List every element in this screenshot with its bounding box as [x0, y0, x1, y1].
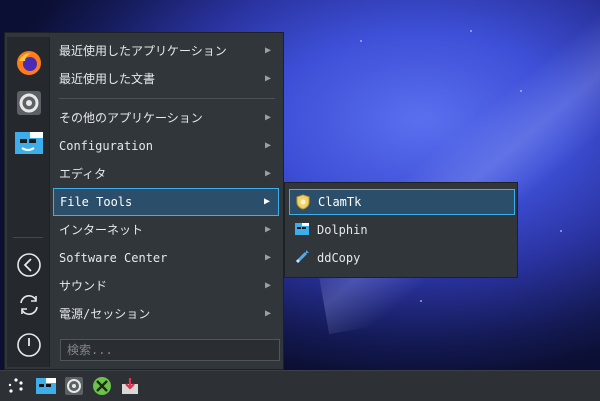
application-menu: 最近使用したアプリケーション ▶ 最近使用した文書 ▶ その他のアプリケーション… — [4, 32, 284, 370]
wallpaper-star — [560, 230, 562, 232]
menu-item-internet[interactable]: インターネット ▶ — [53, 216, 279, 244]
wallpaper-star — [420, 300, 422, 302]
menu-item-label: その他のアプリケーション — [59, 111, 203, 125]
menu-item-label: Configuration — [59, 139, 153, 153]
menu-item-file-tools[interactable]: File Tools ▶ — [53, 188, 279, 216]
wallpaper-streak — [277, 0, 600, 335]
submenu-item-ddcopy[interactable]: ddCopy — [289, 245, 515, 271]
menu-item-recent-docs[interactable]: 最近使用した文書 ▶ — [53, 65, 279, 93]
file-manager-icon[interactable] — [13, 127, 45, 159]
clamtk-shield-icon — [296, 194, 310, 210]
menu-item-editors[interactable]: エディタ ▶ — [53, 160, 279, 188]
chevron-right-icon: ▶ — [264, 224, 271, 235]
app-menu-icon[interactable] — [4, 374, 28, 398]
file-manager-icon[interactable] — [34, 374, 58, 398]
submenu-item-label: Dolphin — [317, 223, 368, 237]
submenu-item-label: ddCopy — [317, 251, 361, 265]
file-tools-submenu: ClamTk Dolphin ddCopy — [284, 182, 518, 278]
wallpaper-star — [520, 90, 522, 92]
chevron-right-icon: ▶ — [264, 73, 271, 84]
chevron-right-icon: ▶ — [264, 140, 271, 151]
menu-categories: 最近使用したアプリケーション ▶ 最近使用した文書 ▶ その他のアプリケーション… — [53, 37, 279, 328]
menu-item-label: サウンド — [59, 279, 108, 293]
menu-item-label: 電源/セッション — [59, 307, 151, 321]
menu-item-label: インターネット — [59, 223, 144, 237]
firefox-icon[interactable] — [13, 47, 45, 79]
menu-item-recent-apps[interactable]: 最近使用したアプリケーション ▶ — [53, 37, 279, 65]
favorites-bar — [7, 37, 50, 367]
wallpaper-star — [360, 40, 362, 42]
menu-item-label: エディタ — [59, 167, 107, 181]
menu-item-sound[interactable]: サウンド ▶ — [53, 272, 279, 300]
chevron-right-icon: ▶ — [263, 196, 270, 207]
search-input[interactable]: 検索... — [60, 339, 280, 361]
power-icon[interactable] — [13, 329, 45, 361]
chevron-right-icon: ▶ — [264, 252, 271, 263]
menu-item-configuration[interactable]: Configuration ▶ — [53, 132, 279, 160]
wallpaper-star — [470, 30, 472, 32]
menu-item-label: Software Center — [59, 251, 168, 265]
favorites-divider — [13, 237, 43, 238]
chevron-right-icon: ▶ — [264, 168, 271, 179]
refresh-icon[interactable] — [13, 289, 45, 321]
chevron-right-icon: ▶ — [264, 45, 271, 56]
submenu-item-dolphin[interactable]: Dolphin — [289, 217, 515, 243]
dolphin-icon — [295, 223, 309, 235]
submenu-item-label: ClamTk — [318, 195, 362, 209]
taskbar — [0, 370, 600, 401]
menu-item-software-center[interactable]: Software Center ▶ — [53, 244, 279, 272]
chevron-right-icon: ▶ — [264, 112, 271, 123]
chevron-right-icon: ▶ — [264, 280, 271, 291]
installer-icon[interactable] — [118, 374, 142, 398]
back-icon[interactable] — [13, 249, 45, 281]
menu-divider — [59, 98, 275, 99]
system-settings-icon[interactable] — [62, 374, 86, 398]
menu-item-label: 最近使用した文書 — [59, 72, 156, 86]
menu-item-label: 最近使用したアプリケーション — [59, 44, 227, 58]
ddcopy-icon — [295, 250, 309, 264]
menu-item-power-session[interactable]: 電源/セッション ▶ — [53, 300, 279, 328]
menu-item-other-apps[interactable]: その他のアプリケーション ▶ — [53, 104, 279, 132]
games-icon[interactable] — [90, 374, 114, 398]
system-settings-icon[interactable] — [13, 87, 45, 119]
submenu-item-clamtk[interactable]: ClamTk — [289, 189, 515, 215]
chevron-right-icon: ▶ — [264, 308, 271, 319]
menu-item-label: File Tools — [60, 195, 133, 209]
